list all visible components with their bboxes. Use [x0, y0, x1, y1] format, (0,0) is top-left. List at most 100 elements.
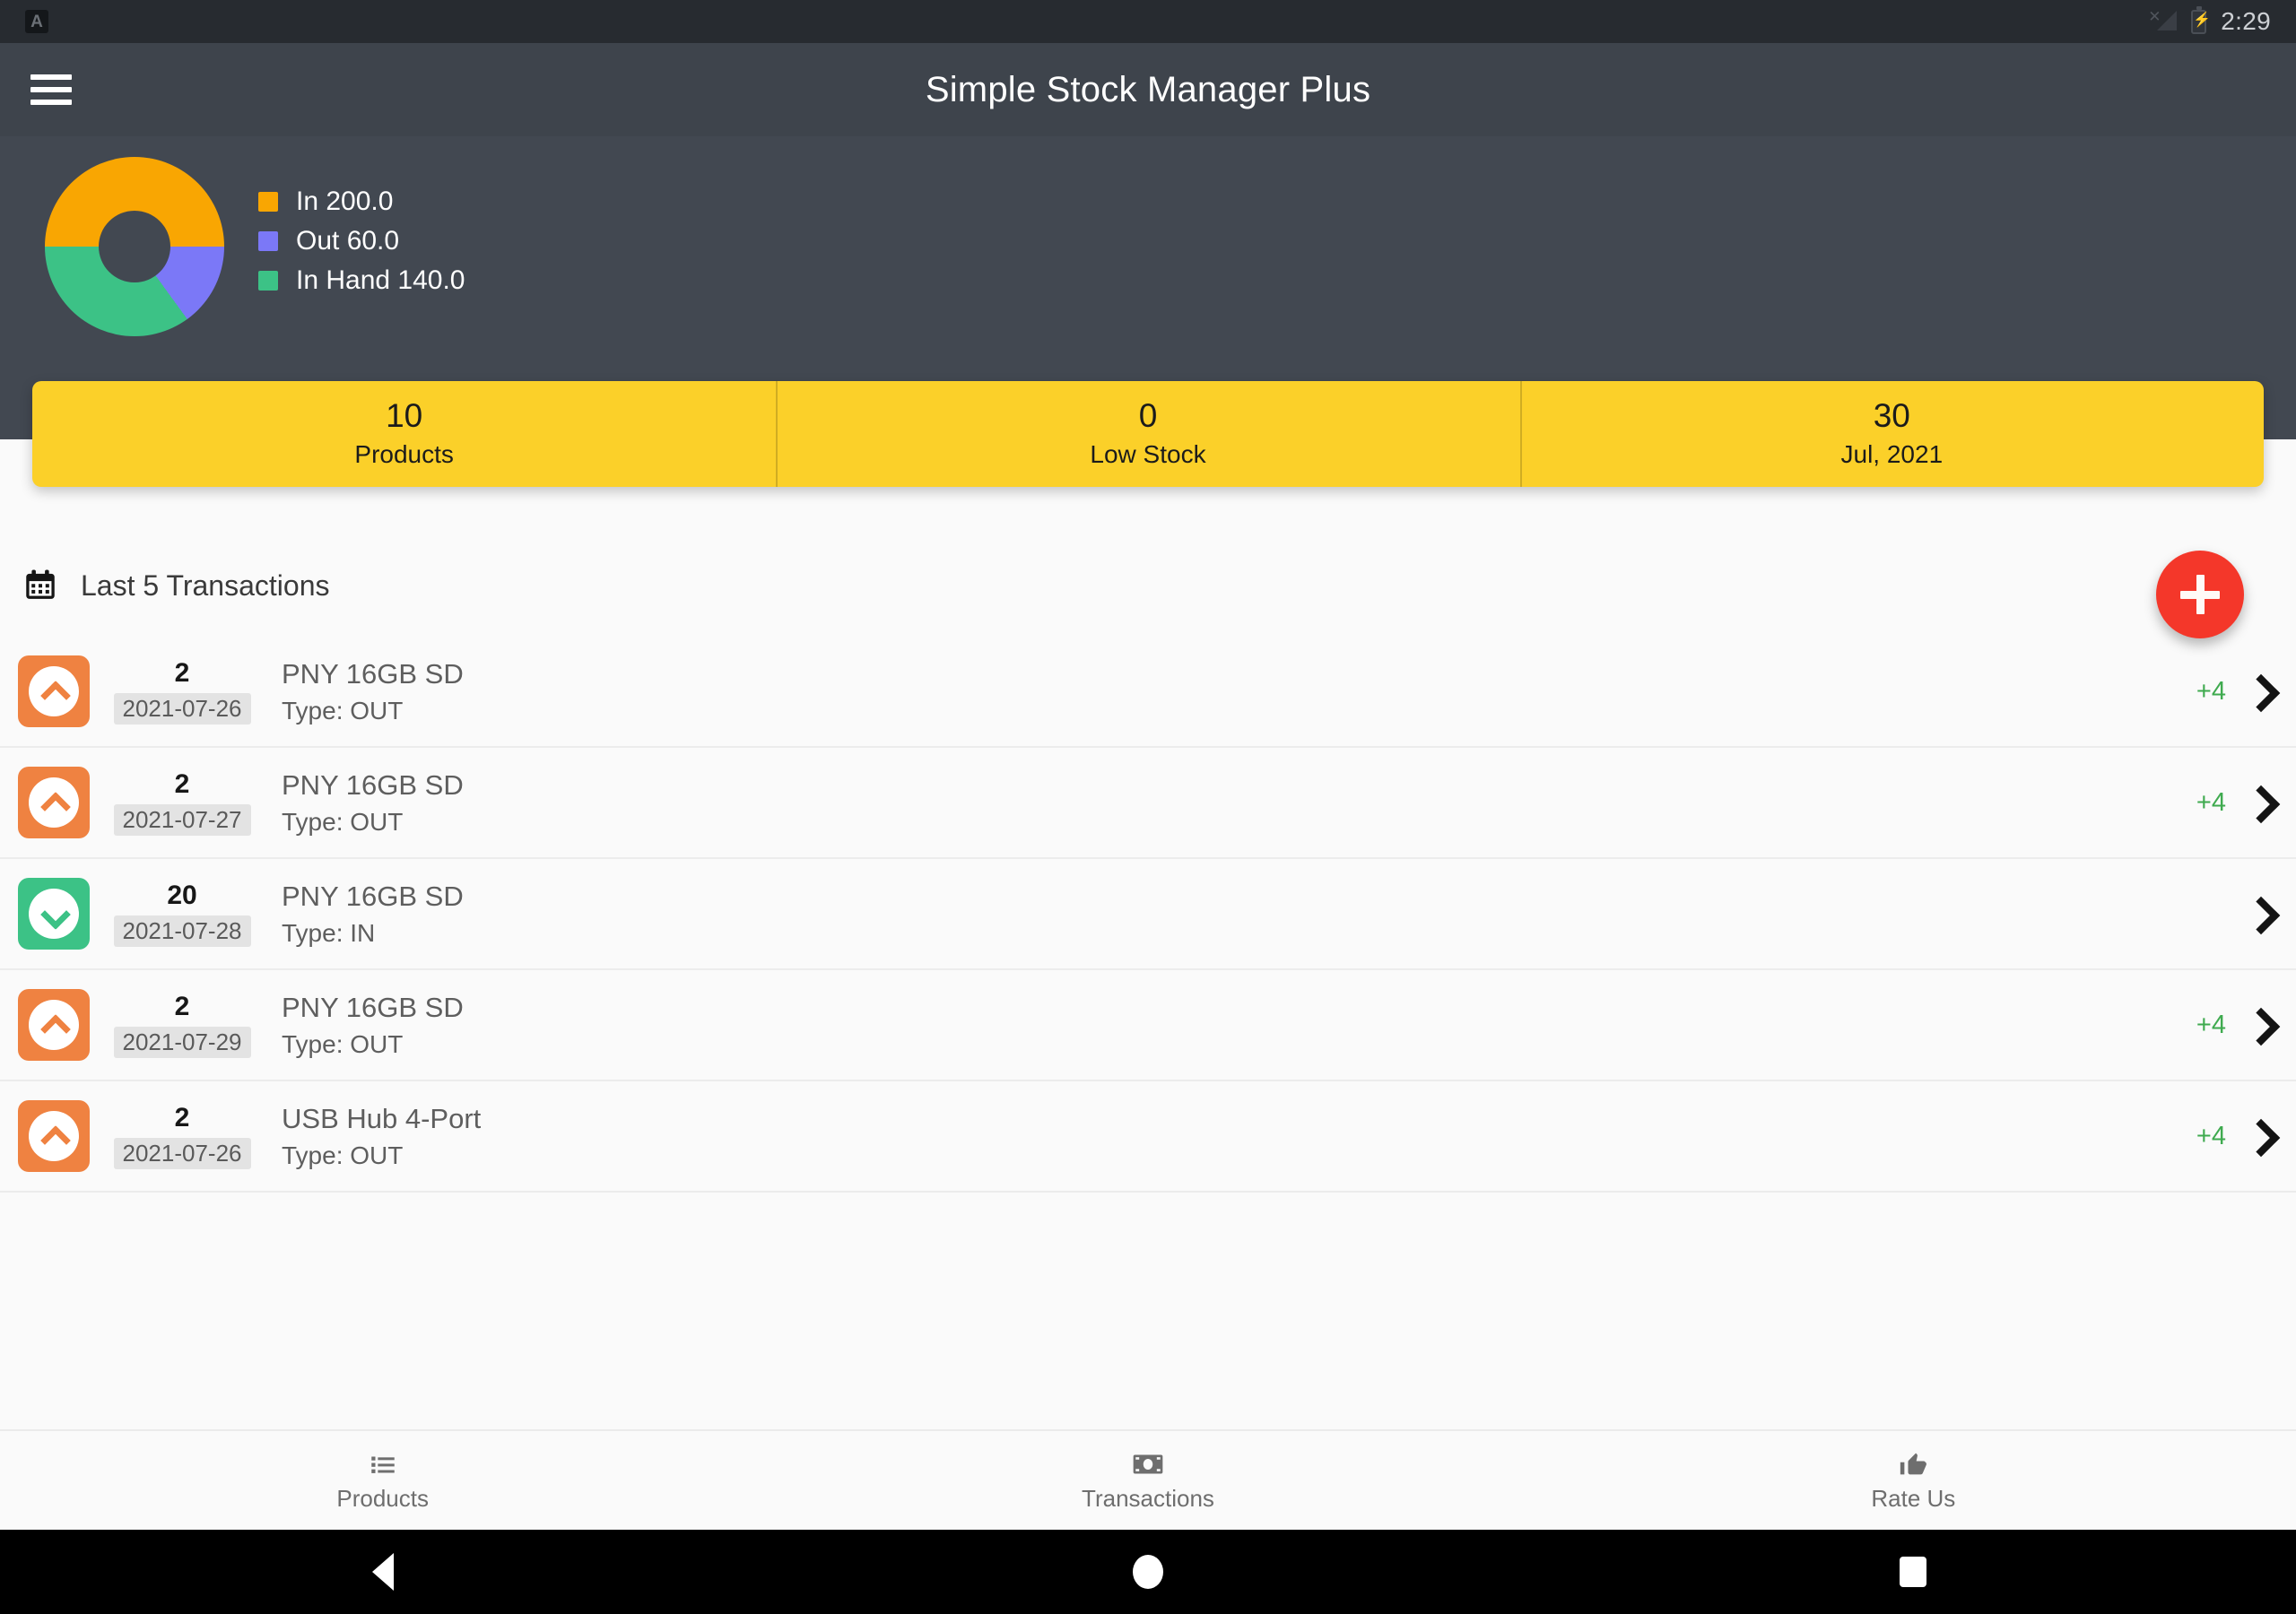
android-navigation-bar	[0, 1530, 2296, 1614]
transaction-product-name: USB Hub 4-Port	[282, 1103, 482, 1135]
stock-donut-chart	[45, 157, 224, 336]
transactions-list: 2 2021-07-26 PNY 16GB SD Type: OUT +4 2 2021-0…	[0, 637, 2296, 1193]
transaction-info: USB Hub 4-Port Type: OUT	[282, 1102, 481, 1170]
transaction-qty-date: 20 2021-07-28	[106, 881, 258, 947]
transaction-type-label: Type: OUT	[282, 696, 404, 725]
stat-products-value: 10	[386, 397, 423, 435]
transactions-section-title: Last 5 Transactions	[81, 568, 330, 602]
nav-label-rate-us: Rate Us	[1871, 1484, 1956, 1512]
plus-icon-vertical	[2196, 575, 2205, 614]
transaction-quantity: 20	[167, 881, 197, 910]
status-bar-indicators: ✕ ⚡ 2:29	[2148, 5, 2271, 36]
transaction-quantity: 2	[174, 658, 190, 688]
legend-label-out: Out 60.0	[296, 226, 400, 256]
stock-out-icon	[18, 655, 90, 727]
transaction-date: 2021-07-27	[113, 804, 251, 836]
battery-charging-icon: ⚡	[2191, 5, 2211, 34]
transaction-product-name: PNY 16GB SD	[282, 769, 464, 802]
transaction-info: PNY 16GB SD Type: OUT	[282, 991, 464, 1059]
transaction-extra-badge: +4	[2196, 1121, 2226, 1150]
transactions-section-header: Last 5 Transactions	[22, 567, 329, 604]
bottom-navigation-bar: Products Transactions Rate Us	[0, 1429, 2296, 1530]
chevron-right-icon[interactable]	[2246, 895, 2273, 933]
page-title: Simple Stock Manager Plus	[925, 69, 1371, 109]
chevron-right-icon[interactable]	[2246, 1117, 2273, 1155]
transaction-row[interactable]: 2 2021-07-26 USB Hub 4-Port Type: OUT +4	[0, 1081, 2296, 1193]
legend-item-in-hand: In Hand 140.0	[258, 262, 465, 299]
thumbs-up-icon	[1898, 1449, 1928, 1480]
transaction-info: PNY 16GB SD Type: IN	[282, 880, 464, 948]
transaction-row[interactable]: 2 2021-07-26 PNY 16GB SD Type: OUT +4	[0, 637, 2296, 748]
transaction-row[interactable]: 20 2021-07-28 PNY 16GB SD Type: IN	[0, 859, 2296, 970]
legend-item-out: Out 60.0	[258, 222, 465, 260]
list-icon	[368, 1449, 398, 1480]
chevron-right-icon[interactable]	[2246, 784, 2273, 821]
legend-label-in: In 200.0	[296, 187, 394, 216]
transaction-info: PNY 16GB SD Type: OUT	[282, 657, 464, 725]
stats-summary-card: 10 Products 0 Low Stock 30 Jul, 2021	[32, 381, 2264, 487]
calendar-icon	[22, 567, 59, 604]
transaction-row[interactable]: 2 2021-07-29 PNY 16GB SD Type: OUT +4	[0, 970, 2296, 1081]
transaction-type-label: Type: OUT	[282, 1141, 404, 1169]
add-transaction-fab[interactable]	[2156, 551, 2244, 638]
transaction-info: PNY 16GB SD Type: OUT	[282, 768, 464, 837]
status-bar-clock: 2:29	[2221, 7, 2271, 35]
transaction-qty-date: 2 2021-07-26	[106, 658, 258, 725]
transaction-date: 2021-07-29	[113, 1027, 251, 1058]
transaction-quantity: 2	[174, 992, 190, 1021]
recents-button[interactable]	[1531, 1557, 2296, 1587]
nav-label-transactions: Transactions	[1082, 1484, 1214, 1512]
transaction-date: 2021-07-26	[113, 1138, 251, 1169]
back-button[interactable]	[0, 1553, 765, 1591]
transaction-extra-badge: +4	[2196, 1010, 2226, 1039]
transaction-qty-date: 2 2021-07-26	[106, 1103, 258, 1169]
legend-item-in: In 200.0	[258, 183, 465, 221]
chevron-right-icon[interactable]	[2246, 1006, 2273, 1044]
legend-label-in-hand: In Hand 140.0	[296, 265, 465, 295]
stat-low-stock[interactable]: 0 Low Stock	[776, 381, 1519, 487]
transaction-qty-date: 2 2021-07-29	[106, 992, 258, 1058]
legend-swatch-out	[258, 231, 278, 251]
transaction-type-label: Type: IN	[282, 918, 376, 947]
transaction-date: 2021-07-28	[113, 915, 251, 947]
stock-out-icon	[18, 767, 90, 838]
nav-label-products: Products	[336, 1484, 429, 1512]
stat-low-stock-value: 0	[1138, 397, 1158, 435]
transaction-date: 2021-07-26	[113, 693, 251, 725]
chevron-right-icon[interactable]	[2246, 672, 2273, 710]
stock-in-icon	[18, 878, 90, 950]
stat-products[interactable]: 10 Products	[32, 381, 776, 487]
status-bar-notifications: A	[25, 10, 48, 33]
home-button[interactable]	[765, 1555, 1530, 1589]
stock-out-icon	[18, 1100, 90, 1172]
nav-item-rate-us[interactable]: Rate Us	[1531, 1449, 2296, 1513]
android-status-bar: A ✕ ⚡ 2:29	[0, 0, 2296, 43]
transaction-qty-date: 2 2021-07-27	[106, 769, 258, 836]
chart-legend: In 200.0 Out 60.0 In Hand 140.0	[258, 183, 465, 301]
nav-item-transactions[interactable]: Transactions	[765, 1449, 1530, 1513]
stat-month-label: Jul, 2021	[1840, 439, 1944, 468]
nav-item-products[interactable]: Products	[0, 1449, 765, 1513]
transaction-row[interactable]: 2 2021-07-27 PNY 16GB SD Type: OUT +4	[0, 748, 2296, 859]
transaction-type-label: Type: OUT	[282, 807, 404, 836]
app-bar: Simple Stock Manager Plus	[0, 43, 2296, 136]
legend-swatch-in-hand	[258, 271, 278, 291]
signal-no-service-icon: ✕	[2148, 9, 2178, 34]
transaction-product-name: PNY 16GB SD	[282, 658, 464, 690]
stat-month[interactable]: 30 Jul, 2021	[1519, 381, 2264, 487]
hamburger-menu-icon[interactable]	[30, 74, 72, 105]
transaction-product-name: PNY 16GB SD	[282, 881, 464, 913]
transaction-type-label: Type: OUT	[282, 1029, 404, 1058]
app-notification-icon: A	[25, 10, 48, 33]
stat-month-value: 30	[1873, 397, 1910, 435]
stat-products-label: Products	[354, 439, 454, 468]
transaction-extra-badge: +4	[2196, 676, 2226, 706]
transaction-quantity: 2	[174, 1103, 190, 1132]
stock-out-icon	[18, 989, 90, 1061]
transaction-quantity: 2	[174, 769, 190, 799]
legend-swatch-in	[258, 192, 278, 212]
transaction-product-name: PNY 16GB SD	[282, 992, 464, 1024]
transaction-extra-badge: +4	[2196, 787, 2226, 817]
money-icon	[1133, 1449, 1163, 1480]
stat-low-stock-label: Low Stock	[1090, 439, 1206, 468]
